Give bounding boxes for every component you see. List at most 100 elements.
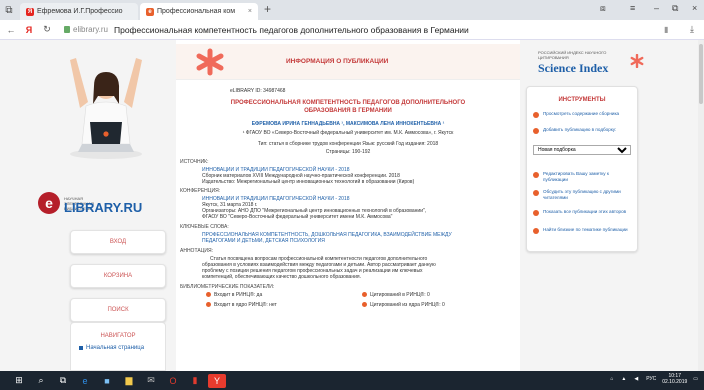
opera-icon[interactable]: O: [164, 374, 182, 388]
tools-title: ИНСТРУМЕНТЫ: [558, 97, 606, 103]
elibrary-icon: e: [146, 7, 154, 16]
tool-label: Найти близкие по тематике публикации: [543, 227, 628, 232]
volume-icon[interactable]: ◀: [634, 376, 638, 382]
page-scrollbar[interactable]: [698, 40, 704, 371]
annotation-line4: компетенций, обеспечивающих качество дош…: [202, 274, 361, 280]
tool-icon: [533, 210, 539, 216]
menu-icon[interactable]: ≡: [630, 3, 635, 13]
navigator-panel: НАВИГАТОР Начальная страница: [70, 322, 166, 371]
right-column: РОССИЙСКИЙ ИНДЕКС НАУЧНОГО ЦИТИРОВАНИЯ S…: [520, 40, 704, 371]
info-icon[interactable]: [206, 292, 211, 298]
bookmark-icon[interactable]: ▮: [664, 25, 668, 34]
source-heading: ИСТОЧНИК:: [180, 159, 209, 165]
page-content: e НАУЧНАЯ ЭЛЕКТРОННАЯ БИБЛИОТЕКА LIBRARY…: [0, 40, 704, 371]
nav-item-home[interactable]: Начальная страница: [79, 345, 165, 351]
store-icon[interactable]: ■: [98, 374, 116, 388]
tool-similar-publications[interactable]: Найти близкие по тематике публикации: [533, 227, 635, 234]
tool-discuss[interactable]: Обсудить эту публикацию с другими читате…: [533, 189, 635, 201]
network-icon[interactable]: ▲: [621, 376, 626, 382]
tool-icon: [533, 228, 539, 234]
close-window-icon[interactable]: ×: [692, 3, 697, 13]
elibrary-logo[interactable]: e НАУЧНАЯ ЭЛЕКТРОННАЯ БИБЛИОТЕКА LIBRARY…: [38, 188, 158, 218]
system-tray: ⌂ ▲ ◀ РУС 10:17 02.10.2019 ▭: [610, 373, 698, 385]
info-icon[interactable]: [362, 302, 367, 308]
collection-select[interactable]: Новая подборка: [533, 145, 631, 155]
banner-title: ИНФОРМАЦИЯ О ПУБЛИКАЦИИ: [286, 58, 389, 65]
url-field[interactable]: elibrary.ru Профессиональная компетентно…: [64, 25, 469, 35]
tools-panel: ИНСТРУМЕНТЫ Просмотреть содержание сборн…: [526, 86, 638, 252]
asterisk-icon: [630, 54, 644, 68]
bookmarks-icon[interactable]: ⧈: [600, 3, 606, 14]
tool-label: Обсудить эту публикацию с другими читате…: [543, 189, 621, 200]
pages: Страницы: 190-192: [325, 149, 371, 155]
bib-rinc: Входит в РИНЦ®: да: [206, 292, 262, 298]
conference-heading: КОНФЕРЕНЦИЯ:: [180, 188, 221, 194]
info-icon[interactable]: [206, 302, 211, 308]
science-index-logo[interactable]: РОССИЙСКИЙ ИНДЕКС НАУЧНОГО ЦИТИРОВАНИЯ S…: [538, 50, 608, 76]
tool-label: Редактировать Вашу заметку к публикации: [543, 171, 609, 182]
task-view-icon[interactable]: ⧉: [54, 374, 72, 388]
edge-icon[interactable]: e: [76, 374, 94, 388]
search-button[interactable]: ПОИСК: [70, 298, 166, 322]
elibrary-e-icon: e: [38, 192, 60, 214]
mail-icon[interactable]: ✉: [142, 374, 160, 388]
tool-label: Показать все публикации этих авторов: [543, 209, 627, 214]
bib-core-text: Входит в ядро РИНЦ®: нет: [214, 302, 277, 308]
scrollbar-thumb[interactable]: [699, 44, 703, 104]
info-icon[interactable]: [362, 292, 367, 298]
close-tab-icon[interactable]: ×: [248, 8, 252, 15]
bib-rinc-text: Входит в РИНЦ®: да: [214, 292, 263, 298]
navigator-title: НАВИГАТОР: [100, 333, 136, 339]
bib-core-citations-text: Цитирований из ядра РИНЦ®: 0: [370, 302, 445, 308]
tool-edit-note[interactable]: Редактировать Вашу заметку к публикации: [533, 171, 635, 183]
bib-core: Входит в ядро РИНЦ®: нет: [206, 302, 277, 308]
tool-author-publications[interactable]: Показать все публикации этих авторов: [533, 209, 635, 216]
tool-icon: [533, 112, 539, 118]
language-indicator[interactable]: РУС: [646, 376, 656, 382]
notifications-icon[interactable]: ▭: [693, 376, 698, 382]
download-icon[interactable]: ⤓: [690, 24, 694, 35]
annotation-heading: АННОТАЦИЯ:: [180, 248, 213, 254]
tab-label: Профессиональная ком: [157, 8, 236, 15]
search-icon[interactable]: ⌕: [32, 374, 50, 388]
taskbar: ⊞ ⌕ ⧉ e ■ ▆ ✉ O ▮ Y ⌂ ▲ ◀ РУС 10:17 02.1…: [0, 371, 704, 390]
lock-icon: [64, 26, 70, 33]
keywords-line2[interactable]: ПЕДАГОГАМИ И ДЕТЬМИ, ДЕТСКАЯ ПСИХОЛОГИЯ: [202, 238, 325, 244]
tool-label: Добавить публикацию в подборку:: [543, 127, 617, 132]
woman-laptop-image: [70, 58, 142, 159]
yandex-browser-icon[interactable]: Y: [208, 373, 226, 388]
tool-add-to-collection[interactable]: Добавить публикацию в подборку:: [533, 127, 635, 134]
bib-citations: Цитирований в РИНЦ®: 0: [362, 292, 430, 298]
logo-text: LIBRARY.RU: [64, 200, 143, 215]
keywords-heading: КЛЮЧЕВЫЕ СЛОВА:: [180, 224, 229, 230]
back-icon[interactable]: ←: [4, 25, 18, 35]
url-domain: elibrary.ru: [73, 25, 108, 34]
tool-view-contents[interactable]: Просмотреть содержание сборника: [533, 111, 635, 118]
address-bar: ← Я ↻ elibrary.ru Профессиональная компе…: [0, 20, 704, 40]
tool-icon: [533, 172, 539, 178]
windows-start-icon[interactable]: ⊞: [10, 374, 28, 388]
bib-core-citations: Цитирований из ядра РИНЦ®: 0: [362, 302, 445, 308]
restore-icon[interactable]: ⧉: [672, 3, 678, 14]
cart-button[interactable]: КОРЗИНА: [70, 264, 166, 288]
publication-type-line: Тип: статья в сборнике трудов конференци…: [257, 141, 439, 147]
minimize-icon[interactable]: –: [654, 3, 659, 13]
bib-citations-text: Цитирований в РИНЦ®: 0: [370, 292, 430, 298]
tab-author[interactable]: Я Ефремова И.Г.Профессио: [20, 3, 138, 20]
asterisk-logo-icon: [196, 48, 224, 76]
reload-icon[interactable]: ↻: [40, 24, 54, 35]
authors[interactable]: ЕФРЕМОВА ИРИНА ГЕННАДЬЕВНА ¹, МАКСИМОВА …: [198, 121, 498, 127]
new-tab-button[interactable]: +: [264, 2, 271, 20]
info-banner: ИНФОРМАЦИЯ О ПУБЛИКАЦИИ: [176, 44, 520, 80]
science-index-subtitle: РОССИЙСКИЙ ИНДЕКС НАУЧНОГО ЦИТИРОВАНИЯ: [538, 50, 607, 60]
yandex-icon[interactable]: Я: [22, 25, 36, 35]
tab-manager-icon[interactable]: ⧉: [0, 0, 18, 20]
app-icon[interactable]: ▮: [186, 374, 204, 388]
people-icon[interactable]: ⌂: [610, 376, 613, 382]
tab-publication[interactable]: e Профессиональная ком ×: [140, 3, 258, 20]
clock[interactable]: 10:17 02.10.2019: [662, 373, 687, 385]
login-button[interactable]: ВХОД: [70, 230, 166, 254]
explorer-icon[interactable]: ▆: [120, 374, 138, 388]
bibliometrics-heading: БИБЛИОМЕТРИЧЕСКИЕ ПОКАЗАТЕЛИ:: [180, 284, 275, 290]
publication-title-line2: ОБРАЗОВАНИЯ В ГЕРМАНИИ: [304, 108, 392, 114]
